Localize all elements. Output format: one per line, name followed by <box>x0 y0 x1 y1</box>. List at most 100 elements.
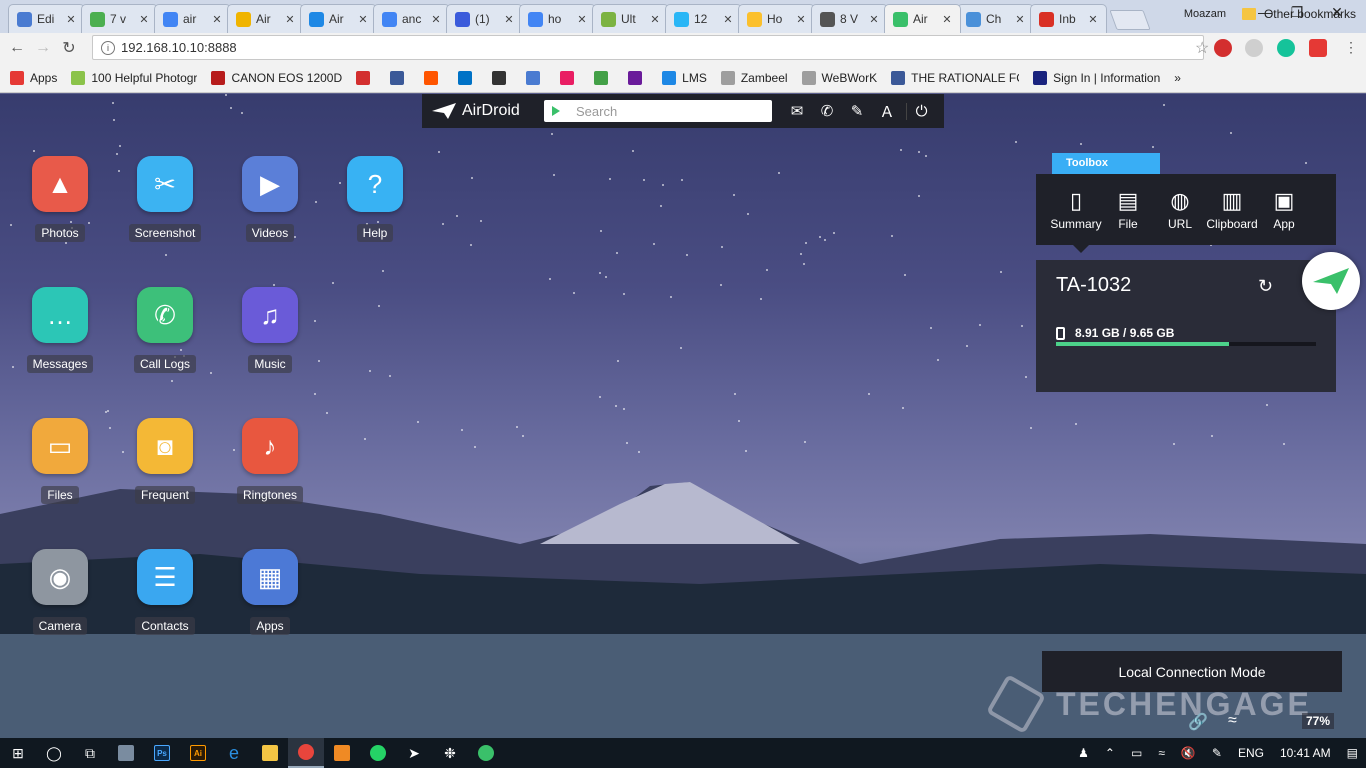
bookmark-item[interactable] <box>424 70 444 85</box>
new-tab-button[interactable] <box>1109 10 1151 30</box>
app-music[interactable]: ♫ Music <box>225 287 315 373</box>
app-call-logs[interactable]: ✆ Call Logs <box>120 287 210 373</box>
toolbox-url[interactable]: ◍ URL <box>1154 188 1206 245</box>
url-text[interactable]: 192.168.10.10:8888 <box>121 40 237 55</box>
tab-close-icon[interactable]: ✕ <box>1013 13 1027 26</box>
pen-icon[interactable]: ✎ <box>1212 746 1222 760</box>
browser-tab[interactable]: Air ✕ <box>227 4 304 33</box>
bookmark-item[interactable]: Sign In | Information <box>1033 70 1160 85</box>
browser-tab[interactable]: Air ✕ <box>884 4 961 33</box>
app-files[interactable]: ▭ Files <box>15 418 105 504</box>
address-bar[interactable]: i 192.168.10.10:8888 ☆ <box>92 35 1209 60</box>
font-icon[interactable]: Ａ <box>872 101 902 122</box>
bookmarks-overflow-button[interactable]: » <box>1174 71 1181 85</box>
photos-app-icon[interactable] <box>108 738 144 768</box>
show-hidden-icons[interactable]: ⌃ <box>1105 746 1115 760</box>
bookmark-item[interactable] <box>458 70 478 85</box>
phone-icon[interactable]: ✆ <box>812 102 842 120</box>
extension-icon[interactable] <box>1245 39 1263 57</box>
file-explorer-icon[interactable] <box>252 738 288 768</box>
tab-close-icon[interactable]: ✕ <box>429 13 443 26</box>
back-icon[interactable]: ← <box>4 39 30 57</box>
other-bookmarks[interactable]: Other bookmarks <box>1241 7 1356 21</box>
bookmark-item[interactable]: WeBWorK <box>801 70 877 85</box>
browser-tab[interactable]: Inb ✕ <box>1030 4 1107 33</box>
forward-icon[interactable]: → <box>30 39 56 57</box>
telegram-icon[interactable]: ➤ <box>396 738 432 768</box>
browser-tab[interactable]: anc ✕ <box>373 4 450 33</box>
tab-close-icon[interactable]: ✕ <box>867 13 881 26</box>
bookmark-star-icon[interactable]: ☆ <box>1195 38 1209 57</box>
menu-icon[interactable]: ⋮ <box>1338 39 1364 56</box>
airdroid-launcher-button[interactable] <box>1302 252 1360 310</box>
bookmark-item[interactable] <box>628 70 648 85</box>
edit-icon[interactable]: ✎ <box>842 102 872 120</box>
tab-close-icon[interactable]: ✕ <box>502 13 516 26</box>
task-view-icon[interactable]: ⧉ <box>72 738 108 768</box>
app-frequent[interactable]: ◙ Frequent <box>120 418 210 504</box>
tab-close-icon[interactable]: ✕ <box>1086 13 1100 26</box>
new-message-icon[interactable]: ✉ <box>782 102 812 120</box>
whatsapp-icon[interactable] <box>360 738 396 768</box>
cortana-icon[interactable]: ◯ <box>36 738 72 768</box>
bookmark-item[interactable]: Apps <box>10 70 57 85</box>
tab-close-icon[interactable]: ✕ <box>356 13 370 26</box>
profile-name[interactable]: Moazam <box>1184 8 1226 20</box>
bookmark-item[interactable]: THE RATIONALE FOR <box>891 70 1019 85</box>
browser-tab[interactable]: Edi ✕ <box>8 4 85 33</box>
browser-tab[interactable]: 7 v ✕ <box>81 4 158 33</box>
info-icon[interactable]: i <box>101 40 115 55</box>
tab-close-icon[interactable]: ✕ <box>64 13 78 26</box>
browser-tab[interactable]: Ho ✕ <box>738 4 815 33</box>
bookmark-item[interactable] <box>526 70 546 85</box>
people-icon[interactable]: ♟ <box>1078 746 1089 760</box>
toolbox-file[interactable]: ▤ File <box>1102 188 1154 245</box>
edge-icon[interactable]: e <box>216 738 252 768</box>
app-contacts[interactable]: ☰ Contacts <box>120 549 210 635</box>
app-screenshot[interactable]: ✂ Screenshot <box>120 156 210 242</box>
link-icon[interactable]: 🔗 <box>1188 712 1208 732</box>
battery-icon[interactable]: ▭ <box>1131 746 1142 760</box>
app-help[interactable]: ? Help <box>330 156 420 242</box>
network-icon[interactable]: ≈ <box>1158 746 1165 760</box>
bookmark-item[interactable]: 100 Helpful Photogr <box>71 70 197 85</box>
tab-close-icon[interactable]: ✕ <box>648 13 662 26</box>
bookmark-item[interactable] <box>594 70 614 85</box>
volume-muted-icon[interactable]: 🔇 <box>1181 746 1196 760</box>
toolbox-clipboard[interactable]: ▥ Clipboard <box>1206 188 1258 245</box>
power-icon[interactable]: ⏻ <box>906 102 936 120</box>
browser-tab[interactable]: ho ✕ <box>519 4 596 33</box>
tab-close-icon[interactable]: ✕ <box>721 13 735 26</box>
search-input[interactable]: Search <box>544 100 772 122</box>
bookmark-item[interactable]: CANON EOS 1200D <box>211 70 342 85</box>
airdroid-taskbar-icon[interactable] <box>468 738 504 768</box>
browser-tab[interactable]: (1) ✕ <box>446 4 523 33</box>
bookmark-item[interactable] <box>560 70 580 85</box>
bookmark-item[interactable]: Zambeel <box>720 70 788 85</box>
notification-icon[interactable]: ▤ <box>1347 746 1358 760</box>
app-camera[interactable]: ◉ Camera <box>15 549 105 635</box>
opera-extension-icon[interactable] <box>1214 39 1232 57</box>
chrome-icon[interactable] <box>288 738 324 768</box>
browser-tab[interactable]: Ult ✕ <box>592 4 669 33</box>
bookmark-item[interactable] <box>390 70 410 85</box>
toolbox-summary[interactable]: ▯ Summary <box>1050 188 1102 245</box>
browser-tab[interactable]: Ch ✕ <box>957 4 1034 33</box>
browser-tab[interactable]: 12 ✕ <box>665 4 742 33</box>
refresh-icon[interactable]: ↻ <box>1258 276 1273 297</box>
bookmark-item[interactable] <box>492 70 512 85</box>
tab-close-icon[interactable]: ✕ <box>940 13 954 26</box>
app-photos[interactable]: ▲ Photos <box>15 156 105 242</box>
app-messages[interactable]: … Messages <box>15 287 105 373</box>
language-indicator[interactable]: ENG <box>1238 746 1264 760</box>
reload-icon[interactable]: ↻ <box>56 38 82 58</box>
windows-start-icon[interactable]: ⊞ <box>0 738 36 768</box>
grammarly-icon[interactable] <box>1277 39 1295 57</box>
toolbox-app[interactable]: ▣ App <box>1258 188 1310 245</box>
tab-close-icon[interactable]: ✕ <box>137 13 151 26</box>
app-ringtones[interactable]: ♪ Ringtones <box>225 418 315 504</box>
app-videos[interactable]: ▶ Videos <box>225 156 315 242</box>
tab-close-icon[interactable]: ✕ <box>210 13 224 26</box>
extension-flag-icon[interactable] <box>1309 39 1327 57</box>
browser-tab[interactable]: air ✕ <box>154 4 231 33</box>
